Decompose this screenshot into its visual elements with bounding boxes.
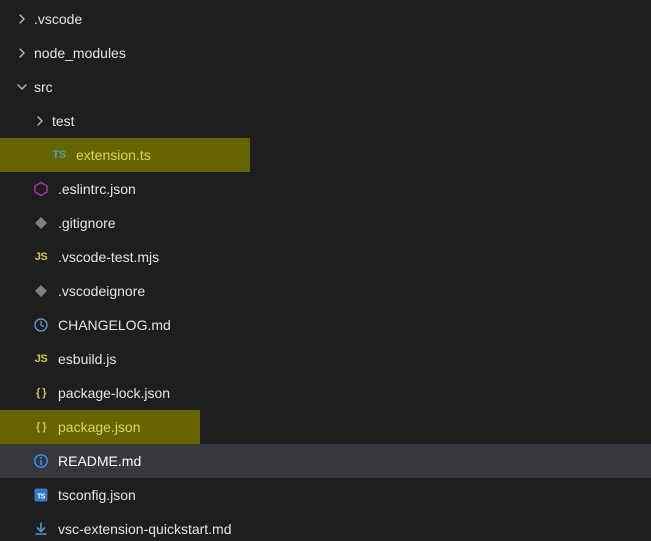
file-label: .vscodeignore xyxy=(58,274,145,308)
file-label: esbuild.js xyxy=(58,342,116,376)
brace-icon: { } xyxy=(30,416,52,438)
file-label: .eslintrc.json xyxy=(58,172,136,206)
tree-row-folder-test[interactable]: test xyxy=(0,104,651,138)
tree-row-file-gitignore[interactable]: .gitignore xyxy=(0,206,651,240)
tree-row-file-eslintrcjson[interactable]: .eslintrc.json xyxy=(0,172,651,206)
brace-icon: { } xyxy=(30,382,52,404)
git-icon xyxy=(30,212,52,234)
file-label: package.json xyxy=(58,410,141,444)
file-label: CHANGELOG.md xyxy=(58,308,171,342)
tree-row-folder-nodemodules[interactable]: node_modules xyxy=(0,36,651,70)
chevron-spacer xyxy=(32,147,48,163)
tree-row-folder-src[interactable]: src xyxy=(0,70,651,104)
chevron-spacer xyxy=(14,351,30,367)
file-label: README.md xyxy=(58,444,141,478)
chevron-right-icon[interactable] xyxy=(14,45,30,61)
tree-row-folder-vscode[interactable]: .vscode xyxy=(0,2,651,36)
tree-row-file-tsconfigjson[interactable]: TS tsconfig.json xyxy=(0,478,651,512)
js-icon: JS xyxy=(30,246,52,268)
info-icon xyxy=(30,450,52,472)
chevron-spacer xyxy=(14,453,30,469)
file-label: vsc-extension-quickstart.md xyxy=(58,512,232,541)
chevron-spacer xyxy=(14,181,30,197)
explorer-file-tree: .vscodenode_modulessrctest TS extension.ts… xyxy=(0,0,651,541)
folder-label: .vscode xyxy=(34,2,82,36)
chevron-down-icon[interactable] xyxy=(14,79,30,95)
folder-label: node_modules xyxy=(34,36,126,70)
tsconfig-icon: TS xyxy=(30,484,52,506)
tree-row-file-CHANGELOGmd[interactable]: CHANGELOG.md xyxy=(0,308,651,342)
chevron-spacer xyxy=(14,317,30,333)
chevron-right-icon[interactable] xyxy=(32,113,48,129)
chevron-spacer xyxy=(14,385,30,401)
chevron-spacer xyxy=(14,249,30,265)
tree-row-file-vscextensionquickstartmd[interactable]: vsc-extension-quickstart.md xyxy=(0,512,651,541)
chevron-spacer xyxy=(14,487,30,503)
tree-row-file-esbuildjs[interactable]: JS esbuild.js xyxy=(0,342,651,376)
tree-row-file-vscodeignore[interactable]: .vscodeignore xyxy=(0,274,651,308)
tree-row-file-READMEmd[interactable]: README.md xyxy=(0,444,651,478)
eslint-icon xyxy=(30,178,52,200)
chevron-spacer xyxy=(14,283,30,299)
chevron-right-icon[interactable] xyxy=(14,11,30,27)
file-label: tsconfig.json xyxy=(58,478,136,512)
chevron-spacer xyxy=(14,521,30,537)
tree-row-file-packagejson[interactable]: { } package.json xyxy=(0,410,651,444)
folder-label: test xyxy=(52,104,75,138)
chevron-spacer xyxy=(14,419,30,435)
tree-row-file-extensionts[interactable]: TS extension.ts xyxy=(0,138,651,172)
file-label: package-lock.json xyxy=(58,376,170,410)
js-icon: JS xyxy=(30,348,52,370)
tree-row-file-packagelockjson[interactable]: { } package-lock.json xyxy=(0,376,651,410)
ts-icon: TS xyxy=(48,144,70,166)
tree-row-file-vscodetestmjs[interactable]: JS .vscode-test.mjs xyxy=(0,240,651,274)
file-label: .gitignore xyxy=(58,206,116,240)
chevron-spacer xyxy=(14,215,30,231)
file-label: extension.ts xyxy=(76,138,151,172)
folder-label: src xyxy=(34,70,53,104)
git-icon xyxy=(30,280,52,302)
changelog-icon xyxy=(30,314,52,336)
download-icon xyxy=(30,518,52,540)
file-label: .vscode-test.mjs xyxy=(58,240,159,274)
svg-text:TS: TS xyxy=(37,494,46,501)
